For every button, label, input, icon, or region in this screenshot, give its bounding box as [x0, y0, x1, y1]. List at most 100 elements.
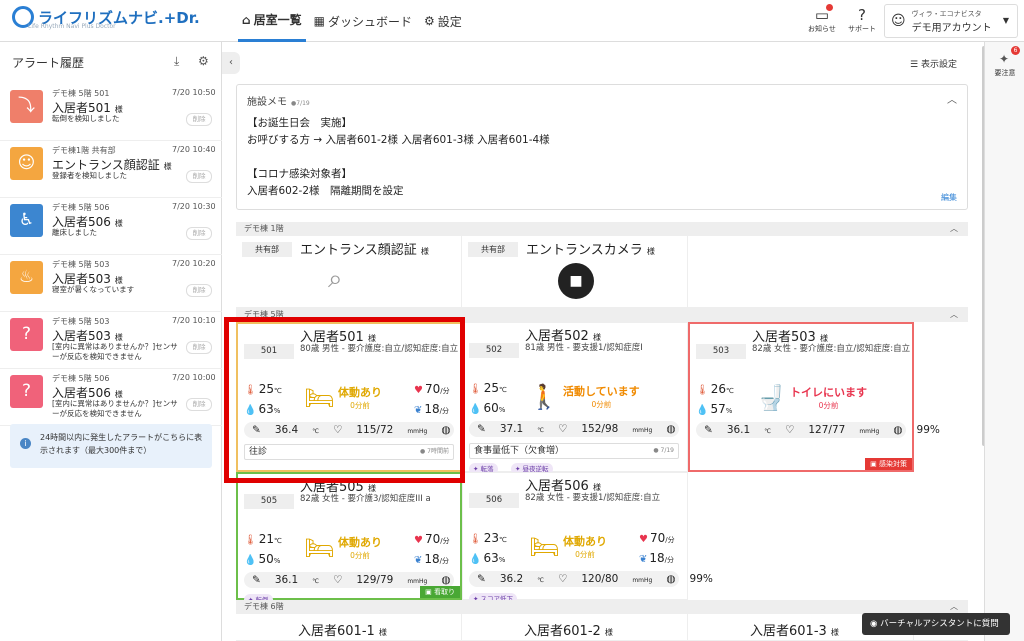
alert-item[interactable]: ? デモ棟 5階 506 7/20 10:00 入居者506 様 [室内に異常は…	[0, 369, 222, 426]
spo2-value: 99%	[689, 573, 713, 585]
alert-name-text: 入居者501	[52, 101, 111, 115]
sidebar-collapse-button[interactable]: ‹	[222, 52, 240, 74]
bp-icon: ♡	[557, 573, 568, 585]
bt-unit: ℃	[537, 577, 544, 584]
gear-icon[interactable]: ⚙	[198, 54, 209, 68]
nav-settings[interactable]: ⚙ 設定	[420, 0, 466, 42]
room-status: トイレにいます 0分前	[790, 384, 867, 411]
room-card-503[interactable]: 503 入居者503 様 82歳 女性 - 要介護度:自立/認知症度:自立 🌡 2…	[688, 322, 940, 472]
room-humidity: 💧 50%	[244, 552, 280, 566]
user-icon: ☺	[891, 13, 906, 29]
memo-edit-link[interactable]: 編集	[941, 192, 957, 203]
room-note[interactable]: 食事量低下（欠食増） ● 7/19	[469, 443, 679, 459]
bp-unit: mmHg	[859, 428, 880, 435]
alert-delete-button[interactable]: 削除	[186, 284, 212, 297]
resp-unit: /分	[439, 557, 450, 565]
room-card-502[interactable]: 502 入居者502 様 81歳 男性 - 要支援1/認知症度I 🌡 25℃ 💧 6…	[462, 322, 713, 475]
video-camera-icon[interactable]: ■	[558, 263, 594, 299]
section-label: デモ棟 1階	[244, 224, 284, 233]
alert-delete-button[interactable]: 削除	[186, 341, 212, 354]
thermometer-icon: 🌡	[469, 384, 482, 395]
room-card-601-1[interactable]: 入居者601-1 様	[236, 614, 462, 640]
alert-item[interactable]: ♿ デモ棟 5階 506 7/20 10:30 入居者506 様 離床しました …	[0, 198, 222, 255]
alert-time: 7/20 10:10	[172, 316, 216, 325]
blood-pressure: ♡ 152/98 mmHg	[558, 423, 652, 435]
alert-message: 登録者を検知しました	[52, 171, 127, 180]
alert-delete-button[interactable]: 削除	[186, 398, 212, 411]
alert-item[interactable]: ♨ デモ棟 5階 503 7/20 10:20 入居者503 様 寝室が暑くなっ…	[0, 255, 222, 312]
room-description: 82歳 女性 - 要介護3/認知症度III a	[300, 494, 431, 504]
memo-date-text: 7/19	[296, 100, 310, 107]
alert-name-text: 入居者506	[52, 386, 111, 400]
common-cell-entrance-camera[interactable]: 共有部 エントランスカメラ 様 ■	[462, 236, 688, 307]
body-temp: ✎ 36.1 ℃	[252, 574, 319, 586]
spo2: ◍ 99%	[666, 573, 727, 585]
honorific: 様	[830, 628, 839, 637]
virtual-assistant-button[interactable]: ◉ バーチャルアシスタントに質問	[862, 613, 1010, 635]
room-description: 82歳 女性 - 要介護度:自立/認知症度:自立	[752, 344, 911, 354]
bt-unit: ℃	[312, 578, 319, 585]
spo2-icon: ◍	[893, 424, 903, 436]
honorific: 様	[114, 276, 123, 285]
chevron-up-icon[interactable]: ︿	[947, 91, 957, 106]
room-number: 506	[469, 493, 519, 508]
alert-name-text: エントランス顔認証	[52, 158, 160, 172]
support-button[interactable]: ? サポート	[848, 6, 876, 34]
room-name-text: 入居者601-1	[298, 624, 375, 639]
alert-time: 7/20 10:50	[172, 88, 216, 97]
status-icon: 🚶	[529, 383, 559, 411]
chevron-up-icon: ︿	[950, 310, 958, 319]
room-card-505[interactable]: 505 入居者505 様 82歳 女性 - 要介護3/認知症度III a 🌡 21…	[236, 472, 488, 606]
room-name-text: 入居者601-3	[750, 624, 827, 639]
room-number: 505	[244, 494, 294, 509]
bt-unit: ℃	[764, 428, 771, 435]
alert-delete-button[interactable]: 削除	[186, 227, 212, 240]
sidebar-title: アラート履歴	[12, 56, 85, 70]
alert-delete-button[interactable]: 削除	[186, 170, 212, 183]
display-settings-button[interactable]: ☰ 表示設定	[910, 57, 957, 70]
common-tag: 共有部	[468, 242, 518, 257]
temp-unit: ℃	[498, 386, 507, 394]
alert-location: デモ棟 5階 506	[52, 374, 110, 383]
alert-message: 寝室が暑くなっています	[52, 285, 135, 294]
sparkle-icon: ✦	[999, 52, 1010, 66]
download-icon[interactable]: ⤓	[174, 54, 179, 69]
temp-value: 25	[483, 381, 499, 395]
room-card-506[interactable]: 506 入居者506 様 82歳 女性 - 要支援1/認知症度:自立 🌡 23℃ …	[462, 472, 713, 605]
spo2-icon: ◍	[441, 574, 451, 586]
account-menu[interactable]: ☺ ヴィラ・エコナビスタ デモ用アカウント ▼	[884, 4, 1018, 38]
spo2-value: 99%	[916, 424, 940, 436]
memo-line: 【お誕生日会 実施】	[247, 117, 352, 129]
pen-icon: ✎	[704, 424, 713, 436]
status-time: 0分前	[575, 550, 595, 559]
alert-item[interactable]: ⤵ デモ棟 5階 501 7/20 10:50 入居者501 様 転倒を検知しま…	[0, 84, 222, 141]
alert-location: デモ棟 5階 503	[52, 317, 110, 326]
alert-name-text: 入居者503	[52, 329, 111, 343]
nav-dashboard[interactable]: ▦ ダッシュボード	[310, 0, 416, 42]
alert-name-text: 入居者503	[52, 272, 111, 286]
alert-item[interactable]: ☺ デモ棟1階 共有部 7/20 10:40 エントランス顔認証 様 登録者を検…	[0, 141, 222, 198]
alert-delete-button[interactable]: 削除	[186, 113, 212, 126]
temp-value: 21	[258, 532, 274, 546]
nav-label: 居室一覧	[253, 13, 302, 27]
status-text: 体動あり	[563, 535, 607, 548]
bp-unit: mmHg	[632, 427, 653, 434]
floor6-row: 入居者601-1 様 入居者601-2 様 入居者601-3 様	[236, 614, 968, 641]
resp-value: 18	[424, 552, 440, 566]
bt-unit: ℃	[537, 427, 544, 434]
care-tag-text: 感染対策	[879, 460, 907, 468]
help-icon: ?	[858, 6, 866, 24]
fall-icon: ⤵	[10, 90, 43, 123]
room-temperature: 🌡 23℃	[469, 531, 507, 545]
blood-pressure: ♡ 129/79 mmHg	[333, 574, 427, 586]
room-card-601-2[interactable]: 入居者601-2 様	[462, 614, 688, 640]
section-header-6f[interactable]: デモ棟 6階 ︿	[236, 600, 968, 614]
honorific: 様	[592, 333, 601, 342]
alert-item[interactable]: ? デモ棟 5階 503 7/20 10:10 入居者503 様 [室内に異常は…	[0, 312, 222, 369]
caution-panel[interactable]: ✦ 6 要注意	[984, 42, 1024, 641]
care-tag: ▣ 看取り	[420, 586, 460, 598]
nav-room-list[interactable]: ⌂ 居室一覧	[238, 0, 306, 42]
section-header-1f[interactable]: デモ棟 1階 ︿	[236, 222, 968, 236]
status-icon: 🛏	[304, 534, 335, 562]
common-cell-entrance-face[interactable]: 共有部 エントランス顔認証 様 ⌕	[236, 236, 462, 307]
